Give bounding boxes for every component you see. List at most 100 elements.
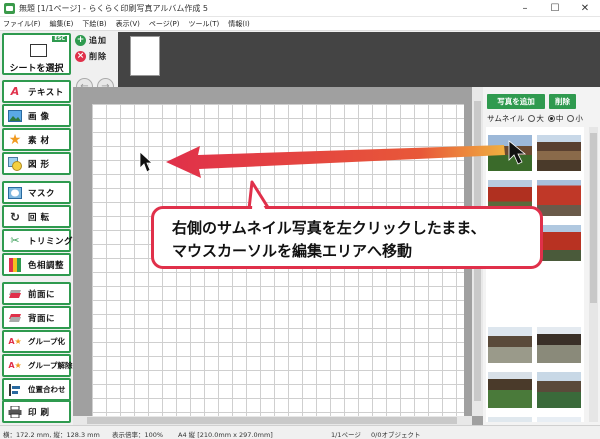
- trim-tool-label: トリミング: [28, 236, 74, 247]
- menu-file[interactable]: ファイル(F): [3, 19, 41, 29]
- add-page-label: 追加: [89, 35, 107, 45]
- photo-thumbnail[interactable]: [537, 180, 581, 216]
- photo-thumbnail[interactable]: [488, 372, 532, 408]
- menu-edit[interactable]: 編集(E): [50, 19, 74, 29]
- image-icon: [8, 109, 22, 123]
- plus-icon: +: [75, 34, 86, 46]
- delete-page-label: 削除: [89, 51, 107, 61]
- radio-icon: [528, 115, 536, 122]
- status-page: 1/1ページ: [331, 431, 361, 439]
- delete-page-button[interactable]: × 削除: [75, 49, 117, 63]
- instruction-line-2: マウスカーソルを編集エリアへ移動: [172, 242, 413, 260]
- status-bar: 横：172.2 mm, 縦：128.3 mm 表示倍率：100% A4 縦 [2…: [0, 425, 600, 439]
- group-label: グループ化: [28, 337, 66, 346]
- menu-background[interactable]: 下絵(B): [82, 19, 106, 29]
- maximize-button[interactable]: ☐: [540, 0, 570, 17]
- group-button[interactable]: A ★ グループ化: [2, 330, 71, 353]
- photo-thumbnail[interactable]: [488, 135, 532, 171]
- material-tool-button[interactable]: ★ 素 材: [2, 128, 71, 151]
- size-small-label: 小: [575, 114, 583, 123]
- instruction-line-1: 右側のサムネイル写真を左クリックしたまま、: [172, 219, 486, 237]
- editor-hscroll-thumb[interactable]: [87, 417, 457, 424]
- menu-info[interactable]: 情報(I): [228, 19, 250, 29]
- selection-icon: [30, 44, 47, 57]
- delete-photo-button[interactable]: 削除: [549, 94, 576, 109]
- align-icon: [8, 383, 22, 397]
- ungroup-button[interactable]: A ★ グループ解除: [2, 354, 73, 377]
- photo-thumbnail[interactable]: [488, 327, 532, 363]
- image-tool-button[interactable]: 画 像: [2, 104, 71, 127]
- print-label: 印 刷: [28, 407, 50, 418]
- ungroup-label: グループ解除: [28, 361, 73, 370]
- status-paper-size: A4 縦 [210.0mm x 297.0mm]: [178, 431, 273, 439]
- photo-thumbnail[interactable]: [537, 225, 581, 261]
- close-button[interactable]: ✕: [570, 0, 600, 17]
- page-controls: + 追加 × 削除 ← →: [73, 32, 118, 95]
- trim-icon: ✂: [10, 234, 20, 247]
- shape-tool-button[interactable]: 図 形: [2, 152, 71, 175]
- select-sheet-button[interactable]: ESC シートを選択: [2, 33, 71, 75]
- title-bar: 無題 [1/1ページ] - らくらく印刷写真アルバム作成 5 – ☐ ✕: [0, 0, 600, 17]
- mask-tool-label: マスク: [28, 188, 56, 199]
- rotate-tool-label: 回 転: [28, 212, 50, 223]
- mask-icon: [8, 186, 22, 200]
- photo-list-scroll-thumb[interactable]: [590, 133, 597, 303]
- bring-front-button[interactable]: 前面に: [2, 282, 71, 305]
- app-icon: [4, 2, 15, 14]
- align-button[interactable]: 位置合わせ: [2, 378, 71, 401]
- photo-thumbnail[interactable]: [537, 327, 581, 363]
- text-tool-label: テキスト: [28, 87, 64, 98]
- menu-view[interactable]: 表示(V): [116, 19, 140, 29]
- photo-thumbnail-list: [486, 127, 584, 422]
- photo-thumbnail[interactable]: [488, 417, 532, 422]
- align-label: 位置合わせ: [28, 385, 66, 394]
- menu-tools[interactable]: ツール(T): [188, 19, 219, 29]
- status-coordinates: 横：172.2 mm, 縦：128.3 mm: [3, 431, 100, 439]
- size-large-label: 大: [536, 114, 544, 123]
- shape-icon: [8, 156, 22, 171]
- trim-tool-button[interactable]: ✂ トリミング: [2, 229, 74, 252]
- image-tool-label: 画 像: [28, 111, 50, 122]
- app-window: 無題 [1/1ページ] - らくらく印刷写真アルバム作成 5 – ☐ ✕ ファイ…: [0, 0, 600, 439]
- size-medium-radio[interactable]: 中: [547, 113, 564, 124]
- rotate-tool-button[interactable]: ↻ 回 転: [2, 205, 71, 228]
- window-title: 無題 [1/1ページ] - らくらく印刷写真アルバム作成 5: [19, 3, 209, 13]
- editor-horizontal-scrollbar[interactable]: [73, 416, 472, 425]
- ungroup-icon: A ★: [8, 361, 22, 370]
- hue-tool-label: 色相調整: [28, 260, 65, 271]
- photo-thumbnail[interactable]: [537, 417, 581, 422]
- photo-thumbnail[interactable]: [537, 372, 581, 408]
- shape-tool-label: 図 形: [28, 159, 50, 170]
- add-page-button[interactable]: + 追加: [75, 33, 117, 47]
- esc-badge: ESC: [52, 36, 67, 42]
- radio-selected-icon: [547, 115, 555, 122]
- radio-icon: [567, 115, 575, 122]
- add-photo-button[interactable]: 写真を追加: [487, 94, 545, 109]
- size-small-radio[interactable]: 小: [567, 113, 583, 124]
- photo-list-scrollbar[interactable]: [589, 127, 598, 422]
- page-thumbnail-strip: [118, 32, 600, 87]
- photo-thumbnail[interactable]: [537, 135, 581, 171]
- bring-front-label: 前面に: [28, 289, 56, 300]
- minimize-button[interactable]: –: [510, 0, 540, 17]
- text-icon: A: [10, 85, 20, 98]
- menu-bar: ファイル(F) 編集(E) 下絵(B) 表示(V) ページ(P) ツール(T) …: [0, 17, 600, 31]
- instruction-callout: 右側のサムネイル写真を左クリックしたまま、 マウスカーソルを編集エリアへ移動: [151, 206, 543, 269]
- print-button[interactable]: 印 刷: [2, 400, 71, 423]
- size-large-radio[interactable]: 大: [528, 113, 544, 124]
- page-thumbnail[interactable]: [130, 36, 160, 76]
- star-icon: ★: [8, 131, 22, 148]
- hue-tool-button[interactable]: 色相調整: [2, 253, 71, 276]
- menu-page[interactable]: ページ(P): [149, 19, 180, 29]
- back-icon: [8, 311, 22, 325]
- thumbnail-size-label: サムネイル: [487, 114, 525, 123]
- send-back-label: 背面に: [28, 313, 56, 324]
- delete-icon: ×: [75, 50, 86, 62]
- size-medium-label: 中: [555, 114, 564, 123]
- text-tool-button[interactable]: A テキスト: [2, 80, 71, 103]
- status-zoom: 表示倍率：100%: [112, 431, 164, 439]
- printer-icon: [8, 405, 22, 419]
- mask-tool-button[interactable]: マスク: [2, 181, 71, 204]
- thumbnail-size-selector: サムネイル 大 中 小: [487, 113, 583, 124]
- send-back-button[interactable]: 背面に: [2, 306, 71, 329]
